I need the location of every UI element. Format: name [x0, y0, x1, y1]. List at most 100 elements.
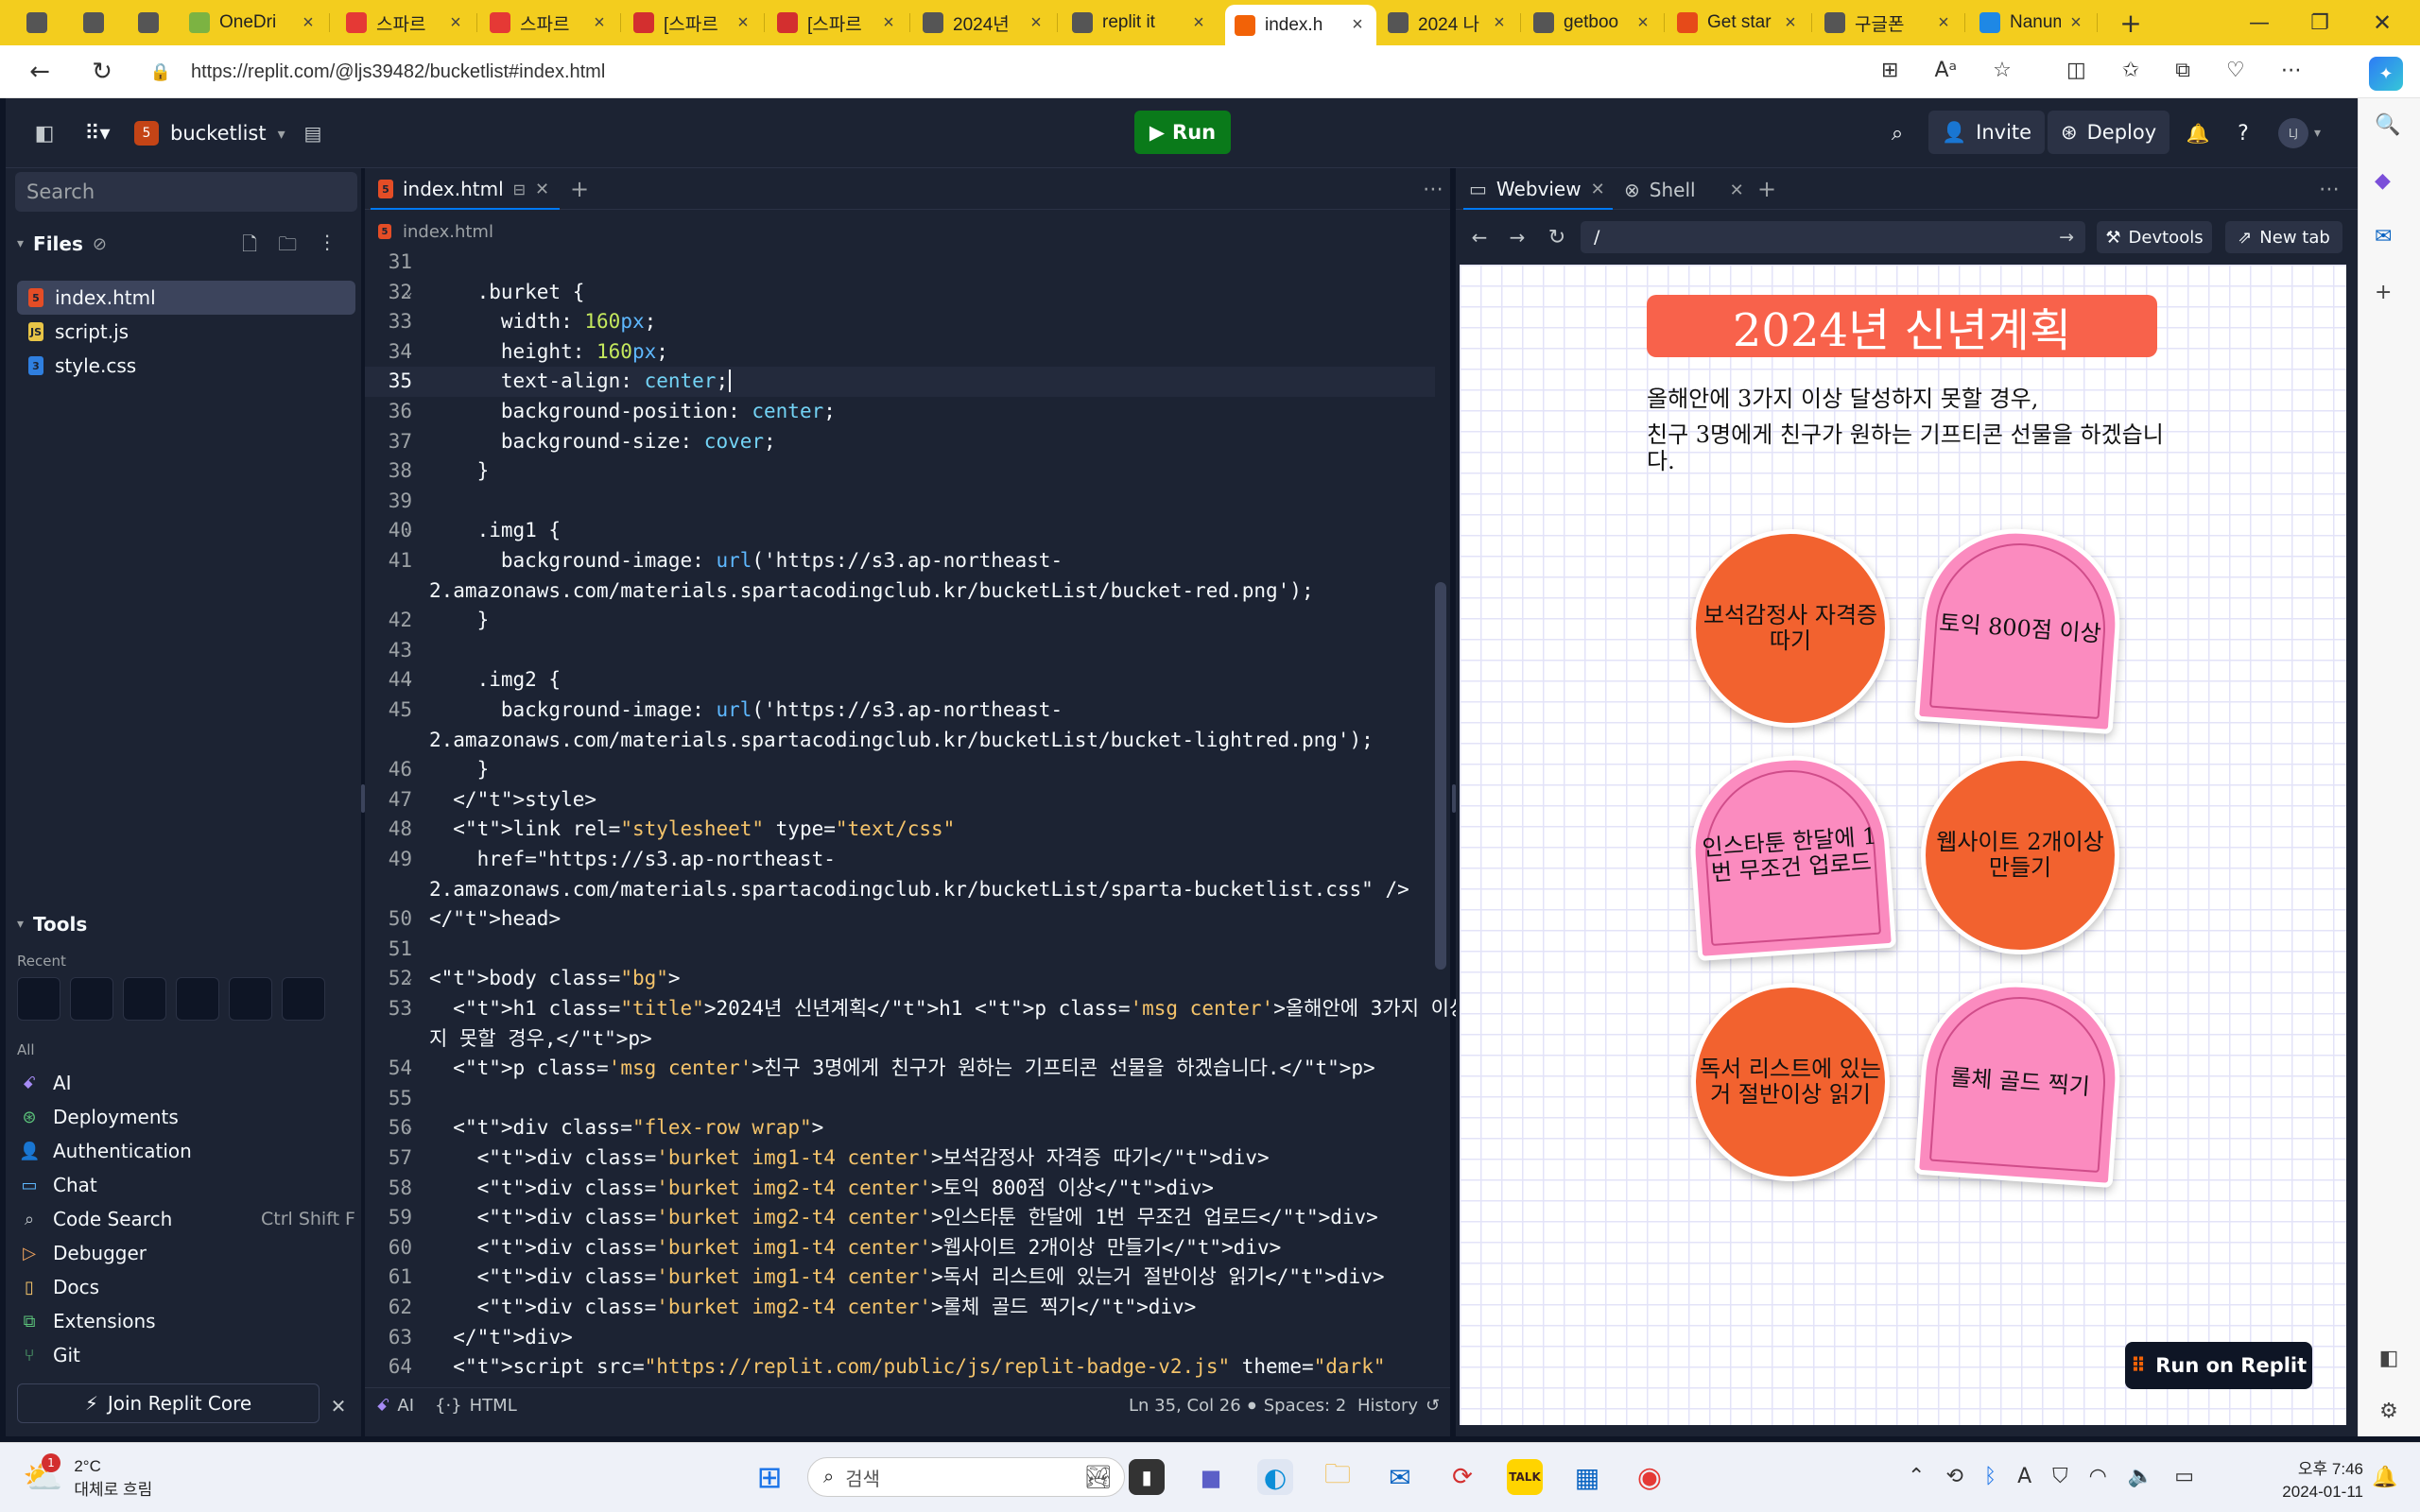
fold-chevron-icon[interactable]: ⌄	[405, 964, 412, 994]
browser-tab[interactable]	[17, 3, 55, 43]
browser-tab[interactable]: 구글폰 ×	[1815, 3, 1962, 43]
close-window-icon[interactable]: ✕	[2363, 8, 2401, 38]
close-tab-icon[interactable]: ×	[1027, 12, 1046, 34]
recent-tool-slot[interactable]	[282, 977, 325, 1021]
notifications-bell-icon[interactable]: 🔔	[2182, 117, 2214, 149]
new-editor-tab-icon[interactable]: +	[567, 174, 592, 204]
close-tab-icon[interactable]: ×	[734, 12, 752, 34]
sidebar-toggle-icon[interactable]: ◧	[2373, 1342, 2405, 1374]
chrome-icon[interactable]: ◉	[1632, 1459, 1668, 1495]
more-icon[interactable]: ⋯	[2281, 59, 2302, 82]
browser-tab[interactable]	[74, 3, 112, 43]
browser-tab[interactable]: Get star ×	[1668, 3, 1809, 43]
new-file-icon[interactable]: 🗋	[242, 231, 257, 263]
close-tab-icon[interactable]: ×	[1490, 12, 1509, 34]
close-tab-icon[interactable]: ×	[1348, 14, 1367, 36]
new-browser-tab-button[interactable]: +	[2112, 6, 2150, 40]
cursor-position[interactable]: Ln 35, Col 26	[1129, 1396, 1241, 1416]
mail-icon[interactable]: ✉	[1382, 1459, 1418, 1495]
close-tab-icon[interactable]: ×	[299, 12, 318, 34]
webview-url-input[interactable]: / →	[1581, 221, 2085, 253]
files-section-header[interactable]: ▾ Files ⊘	[17, 231, 107, 257]
outlook-sidebar-icon[interactable]: ✉	[2375, 225, 2400, 249]
favorite-icon[interactable]: ☆	[1993, 59, 2012, 82]
webview-reload-icon[interactable]: ↻	[1545, 223, 1569, 251]
browser-tab[interactable]: replit it ×	[1063, 3, 1218, 43]
dismiss-core-icon[interactable]: ✕	[325, 1393, 352, 1419]
tool-item-code-search[interactable]: ⌕ Code Search Ctrl Shift F	[19, 1202, 355, 1236]
browser-tab[interactable]: 2024 나 ×	[1378, 3, 1518, 43]
editor-tab-index-html[interactable]: 5 index.html ⊟ ✕	[371, 170, 560, 210]
search-icon[interactable]: ⌕	[1881, 117, 1913, 149]
read-aloud-icon[interactable]: Aᵃ	[1934, 59, 1957, 82]
new-tab-button[interactable]: ⇗ New tab	[2225, 221, 2342, 253]
tab-shell[interactable]: ⊗ Shell ✕	[1620, 170, 1749, 210]
search-sidebar-icon[interactable]: 🔍	[2375, 113, 2400, 137]
edge-browser-icon[interactable]: ◐	[1257, 1459, 1293, 1495]
kakaotalk-icon[interactable]: TALK	[1507, 1459, 1543, 1495]
back-icon[interactable]: ←	[23, 57, 57, 87]
browser-tab[interactable]: 2024년 ×	[913, 3, 1055, 43]
close-tab-icon[interactable]: ×	[2066, 12, 2085, 34]
go-arrow-icon[interactable]: →	[2059, 227, 2074, 248]
tray-overflow-icon[interactable]: ⌃	[1908, 1465, 1925, 1488]
tool-item-chat[interactable]: ▭ Chat	[19, 1168, 355, 1202]
close-tab-icon[interactable]: ×	[1634, 12, 1652, 34]
minimize-window-icon[interactable]: —	[2240, 8, 2278, 38]
project-info-icon[interactable]: ▤	[299, 119, 327, 147]
fold-chevron-icon[interactable]: ⌄	[405, 1113, 412, 1143]
bluetooth-icon[interactable]: ᛒ	[1984, 1465, 1996, 1488]
close-tab-icon[interactable]: ×	[590, 12, 609, 34]
recent-tool-slot[interactable]	[176, 977, 219, 1021]
tab-webview[interactable]: ▭ Webview ✕	[1463, 170, 1613, 210]
editor-more-icon[interactable]: ⋯	[1420, 174, 1446, 204]
file-item-script-js[interactable]: JS script.js	[17, 315, 355, 349]
file-item-style-css[interactable]: 3 style.css	[17, 349, 355, 383]
refresh-icon[interactable]: ↻	[85, 57, 119, 87]
clock[interactable]: 오후 7:46 2024-01-11	[2269, 1455, 2363, 1502]
recent-tool-slot[interactable]	[123, 977, 166, 1021]
browser-tab[interactable]: [스파르 ×	[624, 3, 762, 43]
sync-tray-icon[interactable]: ⟲	[1945, 1465, 1962, 1488]
wifi-icon[interactable]: ◠	[2089, 1465, 2107, 1488]
devtools-button[interactable]: ⚒ Devtools	[2097, 221, 2212, 253]
code-area[interactable]: 31 32 ⌄ .burket {33 width: 160px; 34 height…	[365, 248, 1534, 1382]
run-on-replit-badge[interactable]: ⠿ Run on Replit	[2125, 1342, 2312, 1389]
ime-icon[interactable]: A	[2017, 1465, 2031, 1488]
recent-tool-slot[interactable]	[70, 977, 113, 1021]
tool-item-debugger[interactable]: ▷ Debugger	[19, 1236, 355, 1270]
battery-icon[interactable]: ▭	[2174, 1465, 2194, 1488]
tool-item-ai[interactable]: ꗃ AI	[19, 1066, 355, 1100]
new-folder-icon[interactable]: 🗀	[278, 231, 297, 263]
volume-icon[interactable]: 🔈	[2128, 1465, 2153, 1488]
browser-tab[interactable]: [스파르 ×	[768, 3, 908, 43]
browser-tab[interactable]: 스파르 ×	[337, 3, 475, 43]
tool-item-git[interactable]: ⑂ Git	[19, 1338, 355, 1372]
pane-more-icon[interactable]: ⋯	[2316, 174, 2342, 204]
weather-widget[interactable]: ⛅ 1 2°C 대체로 흐림	[23, 1453, 231, 1501]
task-view-icon[interactable]: ▮	[1129, 1459, 1165, 1495]
browser-tab[interactable]: OneDri ×	[180, 3, 327, 43]
browser-tab[interactable]: Nanum ×	[1970, 3, 2095, 43]
tab-preview-icon[interactable]: ⊟	[513, 180, 526, 198]
run-button[interactable]: ▶ Run	[1134, 111, 1231, 154]
close-tab-icon[interactable]: ×	[1934, 12, 1953, 34]
browser-tab[interactable]: 스파르 ×	[480, 3, 618, 43]
add-sidebar-app-icon[interactable]: +	[2375, 281, 2400, 304]
help-icon[interactable]: ?	[2227, 117, 2259, 149]
close-tab-icon[interactable]: ×	[1189, 12, 1208, 34]
fold-chevron-icon[interactable]: ⌄	[405, 278, 412, 308]
address-input[interactable]: 🔒 https://replit.com/@ljs39482/bucketlis…	[142, 55, 1494, 89]
new-pane-tab-icon[interactable]: +	[1754, 174, 1779, 204]
security-tray-icon[interactable]: ⛉	[2052, 1465, 2068, 1488]
fold-chevron-icon[interactable]: ⌄	[405, 665, 412, 696]
close-tab-icon[interactable]: ✕	[1730, 180, 1744, 200]
indent-setting[interactable]: ● Spaces: 2	[1248, 1396, 1346, 1416]
copilot-icon[interactable]: ✦	[2369, 57, 2403, 91]
tool-item-extensions[interactable]: ⧉ Extensions	[19, 1304, 355, 1338]
history-button[interactable]: History ↺	[1357, 1396, 1440, 1416]
collections-icon[interactable]: ⧉	[2175, 59, 2190, 82]
browser-tab[interactable]: index.h ×	[1225, 5, 1376, 45]
tools-section-header[interactable]: ▾ Tools	[17, 911, 87, 937]
project-switcher[interactable]: 5 bucketlist ▾	[134, 115, 285, 151]
